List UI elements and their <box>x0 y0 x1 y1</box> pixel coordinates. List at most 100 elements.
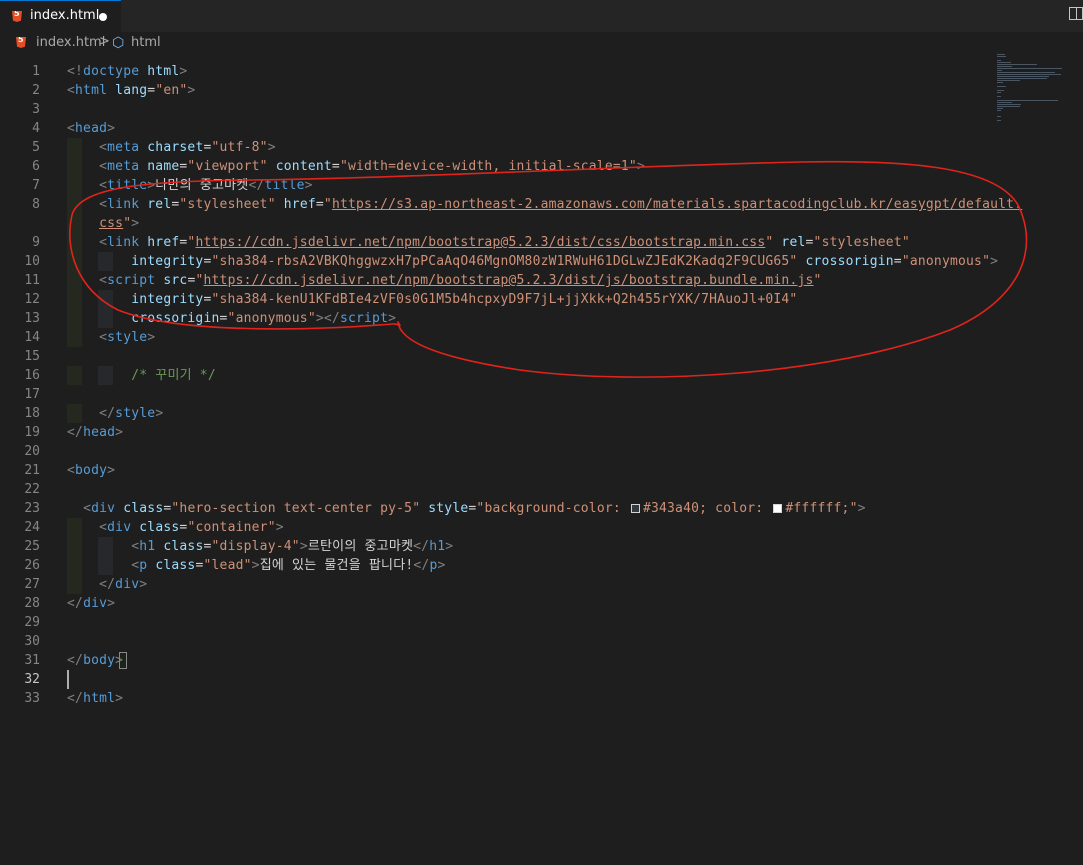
color-swatch[interactable] <box>630 504 640 513</box>
line-number: 23 <box>24 501 40 516</box>
code-line[interactable]: 26 <p class="lead">집에 있는 물건을 팝니다!</p> <box>0 556 995 575</box>
line-number: 16 <box>24 368 40 383</box>
line-number: 28 <box>24 596 40 611</box>
code-token: doctype <box>83 64 140 79</box>
code-token: </ <box>413 539 430 554</box>
code-line[interactable]: 13 crossorigin="anonymous"></script> <box>0 309 995 328</box>
code-line[interactable]: 20 <box>0 442 995 461</box>
code-token: div <box>91 501 116 516</box>
minimap[interactable] <box>995 54 1071 134</box>
code-line[interactable]: 29 <box>0 613 995 632</box>
code-line[interactable]: 9 <link href="https://cdn.jsdelivr.net/n… <box>0 233 995 252</box>
breadcrumb-file[interactable]: index.html <box>36 35 105 50</box>
code-token: > <box>115 691 124 706</box>
code-line[interactable]: 33 </html> <box>0 689 995 708</box>
line-number: 32 <box>24 672 40 687</box>
code-token: </ <box>413 558 430 573</box>
code-token: > <box>990 254 999 269</box>
line-number: 24 <box>24 520 40 535</box>
line-number: 14 <box>24 330 40 345</box>
code-token: src <box>163 273 188 288</box>
code-token: < <box>67 121 76 136</box>
code-text: </div> <box>67 594 115 613</box>
code-token: > <box>299 539 308 554</box>
code-token: link <box>107 235 140 250</box>
unsaved-dot-icon[interactable] <box>99 13 107 21</box>
code-token: = <box>203 539 212 554</box>
code-line[interactable]: 11 <script src="https://cdn.jsdelivr.net… <box>0 271 995 290</box>
minimap-line <box>997 104 1022 105</box>
color-swatch[interactable] <box>773 504 783 513</box>
split-editor-icon[interactable] <box>1069 7 1083 20</box>
code-token: meta <box>107 140 140 155</box>
minimap-line <box>997 68 1063 69</box>
code-editor[interactable]: 1 <!doctype html> 2 <html lang="en"> 3 4 <head… <box>0 54 1022 865</box>
code-text: </head> <box>67 423 123 442</box>
code-token: "display-4" <box>211 539 300 554</box>
code-line[interactable]: 30 <box>0 632 995 651</box>
code-token: style <box>107 330 148 345</box>
minimap-line <box>997 96 1001 97</box>
breadcrumb-element[interactable]: html <box>131 35 161 50</box>
code-text: crossorigin="anonymous"></script> <box>67 309 396 328</box>
minimap-line <box>997 66 1012 67</box>
code-line[interactable]: 5 <meta charset="utf-8"> <box>0 138 995 157</box>
line-number: 4 <box>32 121 40 136</box>
code-token: > <box>275 520 284 535</box>
code-line[interactable]: 24 <div class="container"> <box>0 518 995 537</box>
code-line[interactable]: 1 <!doctype html> <box>0 62 995 81</box>
code-line[interactable]: 27 </div> <box>0 575 995 594</box>
code-line[interactable]: 16 /* 꾸미기 */ <box>0 366 995 385</box>
code-line[interactable]: 22 <box>0 480 995 499</box>
minimap-line <box>997 92 1001 93</box>
code-text: <title>나만의 중고마켓</title> <box>67 176 313 195</box>
code-line[interactable]: 17 <box>0 385 995 404</box>
code-token: " <box>195 273 204 288</box>
code-line[interactable]: 31 </body> <box>0 651 995 670</box>
code-token: div <box>115 577 140 592</box>
code-token: lang <box>115 83 148 98</box>
code-token: "stylesheet" <box>179 197 276 212</box>
code-line[interactable]: css"> <box>0 214 995 233</box>
code-line[interactable]: 32 <box>0 670 995 689</box>
code-token: < <box>99 273 108 288</box>
html5-icon <box>12 11 22 22</box>
minimap-line <box>997 56 1006 57</box>
code-line[interactable]: 2 <html lang="en"> <box>0 81 995 100</box>
code-line[interactable]: 3 <box>0 100 995 119</box>
code-line[interactable]: 10 integrity="sha384-rbsA2VBKQhggwzxH7pP… <box>0 252 999 271</box>
code-line[interactable]: 6 <meta name="viewport" content="width=d… <box>0 157 995 176</box>
tab-index-html[interactable]: index.html <box>0 0 121 32</box>
code-token: #343a40; color: <box>642 501 772 516</box>
code-line[interactable]: 25 <h1 class="display-4">르탄이의 중고마켓</h1> <box>0 537 995 556</box>
code-line[interactable]: 8 <link rel="stylesheet" href="https://s… <box>0 195 1022 214</box>
code-line[interactable]: 28 </div> <box>0 594 995 613</box>
minimap-line <box>997 82 1004 83</box>
code-line[interactable]: 23 <div class="hero-section text-center … <box>0 499 995 518</box>
code-text: </html> <box>67 689 123 708</box>
code-line[interactable]: 19 </head> <box>0 423 995 442</box>
code-line[interactable]: 12 integrity="sha384-kenU1KFdBIe4zVF0s0G… <box>0 290 995 309</box>
code-line[interactable]: 7 <title>나만의 중고마켓</title> <box>0 176 995 195</box>
code-line[interactable]: 21 <body> <box>0 461 995 480</box>
code-line[interactable]: 15 <box>0 347 995 366</box>
line-number: 7 <box>32 178 40 193</box>
code-line[interactable]: 18 </style> <box>0 404 995 423</box>
minimap-line <box>997 80 1020 81</box>
code-line[interactable]: 14 <style> <box>0 328 995 347</box>
code-token: body <box>83 653 116 668</box>
code-token: "background-color: <box>476 501 629 516</box>
code-line[interactable]: 4 <head> <box>0 119 995 138</box>
minimap-line <box>997 100 1058 101</box>
minimap-line <box>997 108 1003 109</box>
